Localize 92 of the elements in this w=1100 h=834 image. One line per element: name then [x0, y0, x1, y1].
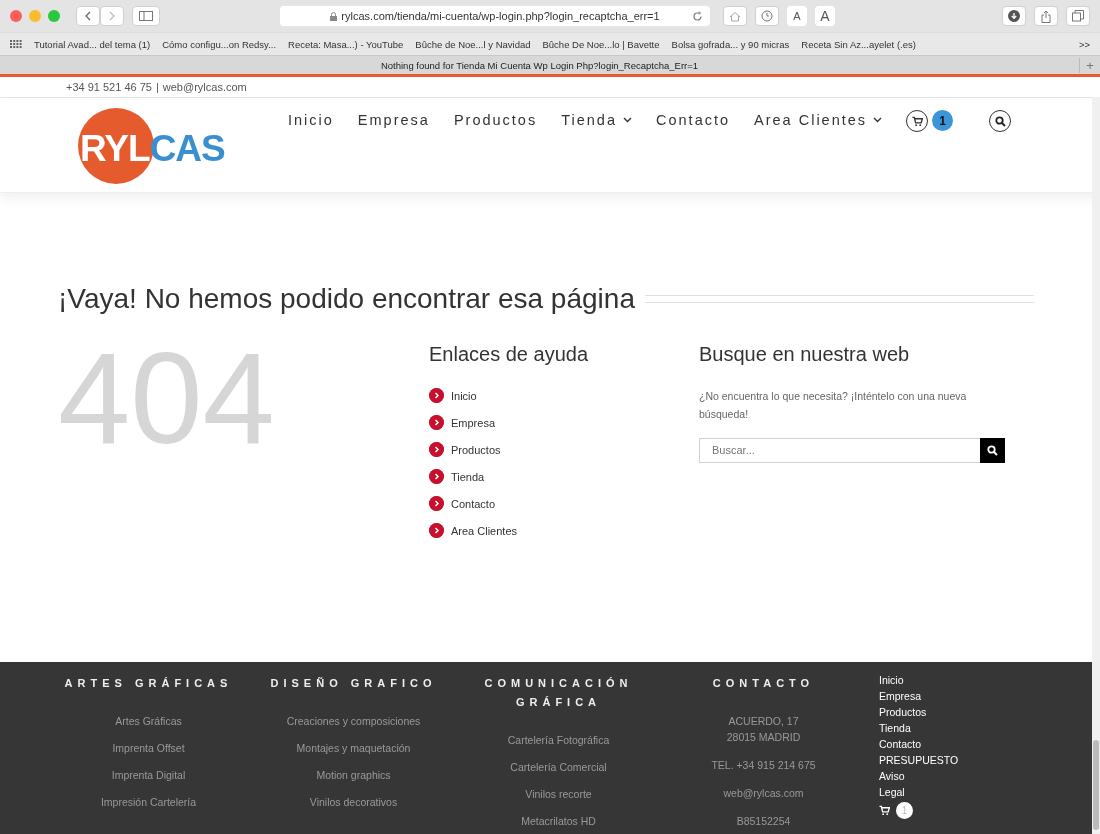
- chevron-circle-icon: [429, 442, 444, 457]
- tabs-icon: [1072, 10, 1084, 22]
- bookmark-link[interactable]: Tutorial Avad... del tema (1): [34, 38, 151, 50]
- email-link[interactable]: web@rylcas.com: [162, 81, 247, 93]
- chevron-left-icon: [85, 11, 91, 21]
- footer-heading: CONTACTO: [711, 676, 816, 691]
- chevron-circle-icon: [429, 496, 444, 511]
- browser-tab[interactable]: Nothing found for Tienda Mi Cuenta Wp Login Php?login_Recaptcha_Err=1: [0, 59, 1079, 71]
- footer-link[interactable]: Imprenta Offset: [112, 740, 185, 756]
- help-link[interactable]: Contacto: [429, 496, 699, 511]
- footer-link[interactable]: Impresión Cartelería: [100, 794, 197, 810]
- close-button[interactable]: [10, 10, 22, 22]
- footer-link[interactable]: Creaciones y composiciones: [286, 713, 421, 729]
- search-icon: [987, 444, 998, 456]
- bookmark-link[interactable]: Bolsa gofrada... y 90 micras: [671, 38, 790, 50]
- sidebar-button[interactable]: [132, 6, 160, 26]
- nav-link[interactable]: Empresa: [357, 112, 430, 128]
- footer-menu-link[interactable]: Legal: [879, 784, 959, 800]
- footer-link[interactable]: Motion graphics: [316, 767, 391, 783]
- search-field[interactable]: Buscar...: [699, 437, 980, 463]
- share-button[interactable]: [1034, 6, 1058, 26]
- footer-menu-link[interactable]: Aviso: [879, 768, 959, 784]
- footer-heading: ARTES GRÁFICAS: [63, 676, 234, 691]
- footer-link[interactable]: Montajes y maquetación: [296, 740, 411, 756]
- sidebar-icon: [139, 11, 153, 21]
- footer-heading: DISEÑO GRAFICO: [269, 676, 438, 691]
- cart-icon: [911, 115, 923, 127]
- chevron-circle-icon: [429, 469, 444, 484]
- footer-link[interactable]: Metacrilatos HD: [521, 813, 596, 829]
- scrollbar-thumb[interactable]: [1093, 740, 1099, 830]
- footer-link[interactable]: Vinilos decorativos: [309, 794, 398, 810]
- contact-info: ACUERDO, 17 28015 MADRID: [726, 714, 801, 745]
- chevron-circle-icon: [429, 388, 444, 403]
- smaller-text-button[interactable]: A: [787, 6, 807, 26]
- section-title: Enlaces de ayuda: [429, 343, 589, 366]
- search-hint: ¿No encuentra lo que necesita? ¡Inténtelo con una nueva búsqueda!: [699, 389, 968, 422]
- footer-menu-link[interactable]: Inicio: [879, 672, 959, 688]
- footer-menu-link[interactable]: Productos: [879, 704, 959, 720]
- footer-link[interactable]: Artes Gráficas: [115, 713, 182, 729]
- bookmark-link[interactable]: Bûche de Noe...l y Navidad: [415, 38, 531, 50]
- bookmark-link[interactable]: Bûche De Noe...lo | Bavette: [542, 38, 660, 50]
- nav-link[interactable]: Inicio: [288, 112, 334, 128]
- contact-info: B85152254: [736, 814, 791, 829]
- search-icon: [994, 115, 1006, 127]
- page-heading: ¡Vaya! No hemos podido encontrar esa página: [58, 283, 635, 315]
- footer-menu-link[interactable]: Contacto: [879, 736, 959, 752]
- downloads-button[interactable]: [1002, 6, 1026, 26]
- search-button[interactable]: [980, 437, 1005, 463]
- separator: |: [155, 81, 159, 93]
- clock-icon: [761, 10, 773, 22]
- bookmark-link[interactable]: Receta: Masa...) - YouTube: [288, 38, 404, 50]
- nav-link[interactable]: Contacto: [656, 112, 731, 128]
- history-button[interactable]: [755, 6, 779, 26]
- tabs-button[interactable]: [1066, 6, 1090, 26]
- help-link[interactable]: Empresa: [429, 415, 699, 430]
- download-icon: [1008, 10, 1020, 22]
- footer-link[interactable]: Vinilos recorte: [525, 786, 592, 802]
- larger-text-button[interactable]: A: [815, 6, 835, 26]
- cart-count: 1: [896, 802, 913, 819]
- footer-link[interactable]: Cartelería Comercial: [510, 759, 607, 775]
- nav-link[interactable]: Area Clientes: [754, 112, 883, 128]
- bookmark-link[interactable]: Cómo configu...on Redsy...: [162, 38, 277, 50]
- chevron-right-icon: [109, 11, 115, 21]
- cart-count: 1: [932, 110, 954, 131]
- home-button[interactable]: [723, 6, 747, 26]
- cart-icon: [879, 805, 890, 816]
- address-bar[interactable]: rylcas.com/tienda/mi-cuenta/wp-login.php?login_recaptcha_err=1: [280, 6, 710, 26]
- footer-link[interactable]: Cartelería Fotográfica: [507, 732, 610, 748]
- contact-info: TEL. +34 915 214 675: [711, 758, 816, 773]
- more-bookmarks-button[interactable]: >>: [1078, 38, 1090, 50]
- lock-icon: [330, 11, 338, 21]
- share-icon: [1041, 9, 1051, 23]
- help-link[interactable]: Inicio: [429, 388, 699, 403]
- footer-heading: COMUNICACIÓN GRÁFICA: [483, 676, 634, 710]
- section-title: Busque en nuestra web: [699, 343, 911, 366]
- help-link[interactable]: Productos: [429, 442, 699, 457]
- footer-menu-link[interactable]: Tienda: [879, 720, 959, 736]
- chevron-circle-icon: [429, 523, 444, 538]
- chevron-circle-icon: [429, 415, 444, 430]
- phone-number: +34 91 521 46 75: [66, 81, 152, 93]
- nav-link[interactable]: Tienda: [561, 112, 632, 128]
- reload-icon[interactable]: [692, 10, 703, 22]
- footer-link[interactable]: Imprenta Digital: [111, 767, 186, 783]
- bookmark-link[interactable]: Receta Sin Az...ayelet (.es): [801, 38, 916, 50]
- help-link[interactable]: Tienda: [429, 469, 699, 484]
- footer-menu-link[interactable]: Empresa: [879, 688, 959, 704]
- grid-icon[interactable]: [10, 40, 22, 48]
- nav-link[interactable]: Productos: [453, 112, 538, 128]
- help-link[interactable]: Area Clientes: [429, 523, 699, 538]
- house-icon: [729, 10, 741, 22]
- footer-menu-link[interactable]: PRESUPUESTO: [879, 752, 959, 768]
- contact-info: web@rylcas.com: [723, 786, 804, 801]
